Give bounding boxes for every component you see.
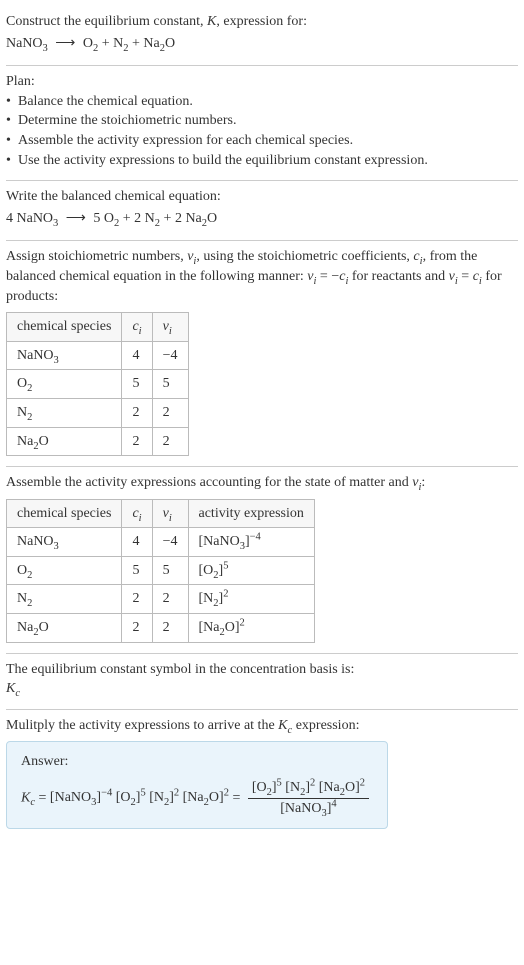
activity-section: Assemble the activity expressions accoun… [6,467,518,654]
plan-item: •Use the activity expressions to build t… [6,151,518,171]
table-header-row: chemical species ci νi activity expressi… [7,499,315,528]
plan-section: Plan: •Balance the chemical equation. •D… [6,66,518,181]
vi-cell: 2 [152,585,188,614]
ci-cell: 4 [122,341,152,370]
col-activity: activity expression [188,499,314,528]
kc-symbol-section: The equilibrium constant symbol in the c… [6,654,518,710]
problem-header: Construct the equilibrium constant, K, e… [6,6,518,66]
vi-cell: 2 [152,427,188,456]
header-prompt: Construct the equilibrium constant, K, e… [6,12,518,32]
col-species: chemical species [7,313,122,342]
bullet-icon: • [6,131,18,151]
activity-cell: [O2]5 [188,556,314,585]
kc-symbol: Kc [6,679,518,699]
table-row: O2 5 5 [7,370,189,399]
ci-cell: 2 [122,427,152,456]
col-ci: ci [122,499,152,528]
fraction-denominator: [NaNO3]4 [248,798,369,819]
ci-cell: 4 [122,528,152,557]
table-row: Na2O 2 2 [7,427,189,456]
bullet-icon: • [6,111,18,131]
balanced-section: Write the balanced chemical equation: 4 … [6,181,518,241]
species-cell: Na2O [7,614,122,643]
bullet-icon: • [6,151,18,171]
plan-item: •Determine the stoichiometric numbers. [6,111,518,131]
reactant: NaNO3 [6,36,48,51]
species-cell: NaNO3 [7,341,122,370]
table-row: N2 2 2 [7,398,189,427]
vi-cell: −4 [152,528,188,557]
vi-cell: 5 [152,556,188,585]
flat-product: [NaNO3]−4 [O2]5 [N2]2 [Na2O]2 [50,790,233,805]
balanced-intro: Write the balanced chemical equation: [6,187,518,207]
assign-text: Assign stoichiometric numbers, νi, using… [6,247,518,306]
activity-cell: [Na2O]2 [188,614,314,643]
reaction-arrow: ⟶ [51,36,79,51]
ci-cell: 2 [122,398,152,427]
activity-cell: [NaNO3]−4 [188,528,314,557]
kc-symbol-text: The equilibrium constant symbol in the c… [6,660,518,680]
header-text-2: , expression for: [216,14,307,29]
vi-cell: 5 [152,370,188,399]
bullet-icon: • [6,92,18,112]
plan-item: •Balance the chemical equation. [6,92,518,112]
plan-item-text: Use the activity expressions to build th… [18,151,428,171]
multiply-text: Mulitply the activity expressions to arr… [6,716,518,736]
col-species: chemical species [7,499,122,528]
vi-cell: 2 [152,398,188,427]
unbalanced-equation: NaNO3 ⟶ O2 + N2 + Na2O [6,32,518,56]
table-row: Na2O 2 2 [Na2O]2 [7,614,315,643]
k-symbol: K [207,14,216,29]
fraction-numerator: [O2]5 [N2]2 [Na2O]2 [248,778,369,798]
plan-item: •Assemble the activity expression for ea… [6,131,518,151]
vi-cell: 2 [152,614,188,643]
table-row: O2 5 5 [O2]5 [7,556,315,585]
species-cell: Na2O [7,427,122,456]
table-row: N2 2 2 [N2]2 [7,585,315,614]
ci-cell: 2 [122,614,152,643]
ci-cell: 2 [122,585,152,614]
ci-cell: 5 [122,370,152,399]
header-text-1: Construct the equilibrium constant, [6,14,207,29]
reaction-arrow: ⟶ [62,211,90,226]
table-header-row: chemical species ci νi [7,313,189,342]
col-vi: νi [152,499,188,528]
multiply-section: Mulitply the activity expressions to arr… [6,710,518,839]
activity-table: chemical species ci νi activity expressi… [6,499,315,643]
plan-item-text: Determine the stoichiometric numbers. [18,111,237,131]
table-row: NaNO3 4 −4 [7,341,189,370]
col-ci: ci [122,313,152,342]
balanced-equation: 4 NaNO3 ⟶ 5 O2 + 2 N2 + 2 Na2O [6,207,518,231]
table-row: NaNO3 4 −4 [NaNO3]−4 [7,528,315,557]
plan-item-text: Assemble the activity expression for eac… [18,131,353,151]
species-cell: N2 [7,398,122,427]
answer-expression: Kc = [NaNO3]−4 [O2]5 [N2]2 [Na2O]2 = [O2… [21,778,373,818]
species-cell: N2 [7,585,122,614]
ci-cell: 5 [122,556,152,585]
col-vi: νi [152,313,188,342]
species-cell: O2 [7,556,122,585]
species-cell: O2 [7,370,122,399]
fraction: [O2]5 [N2]2 [Na2O]2 [NaNO3]4 [248,778,369,818]
products: O2 + N2 + Na2O [83,36,175,51]
assign-section: Assign stoichiometric numbers, νi, using… [6,241,518,467]
plan-item-text: Balance the chemical equation. [18,92,193,112]
plan-title: Plan: [6,72,518,92]
activity-intro: Assemble the activity expressions accoun… [6,473,518,493]
species-cell: NaNO3 [7,528,122,557]
answer-box: Answer: Kc = [NaNO3]−4 [O2]5 [N2]2 [Na2O… [6,741,388,829]
activity-cell: [N2]2 [188,585,314,614]
answer-label: Answer: [21,752,373,772]
stoich-table: chemical species ci νi NaNO3 4 −4 O2 5 5… [6,312,189,456]
vi-cell: −4 [152,341,188,370]
